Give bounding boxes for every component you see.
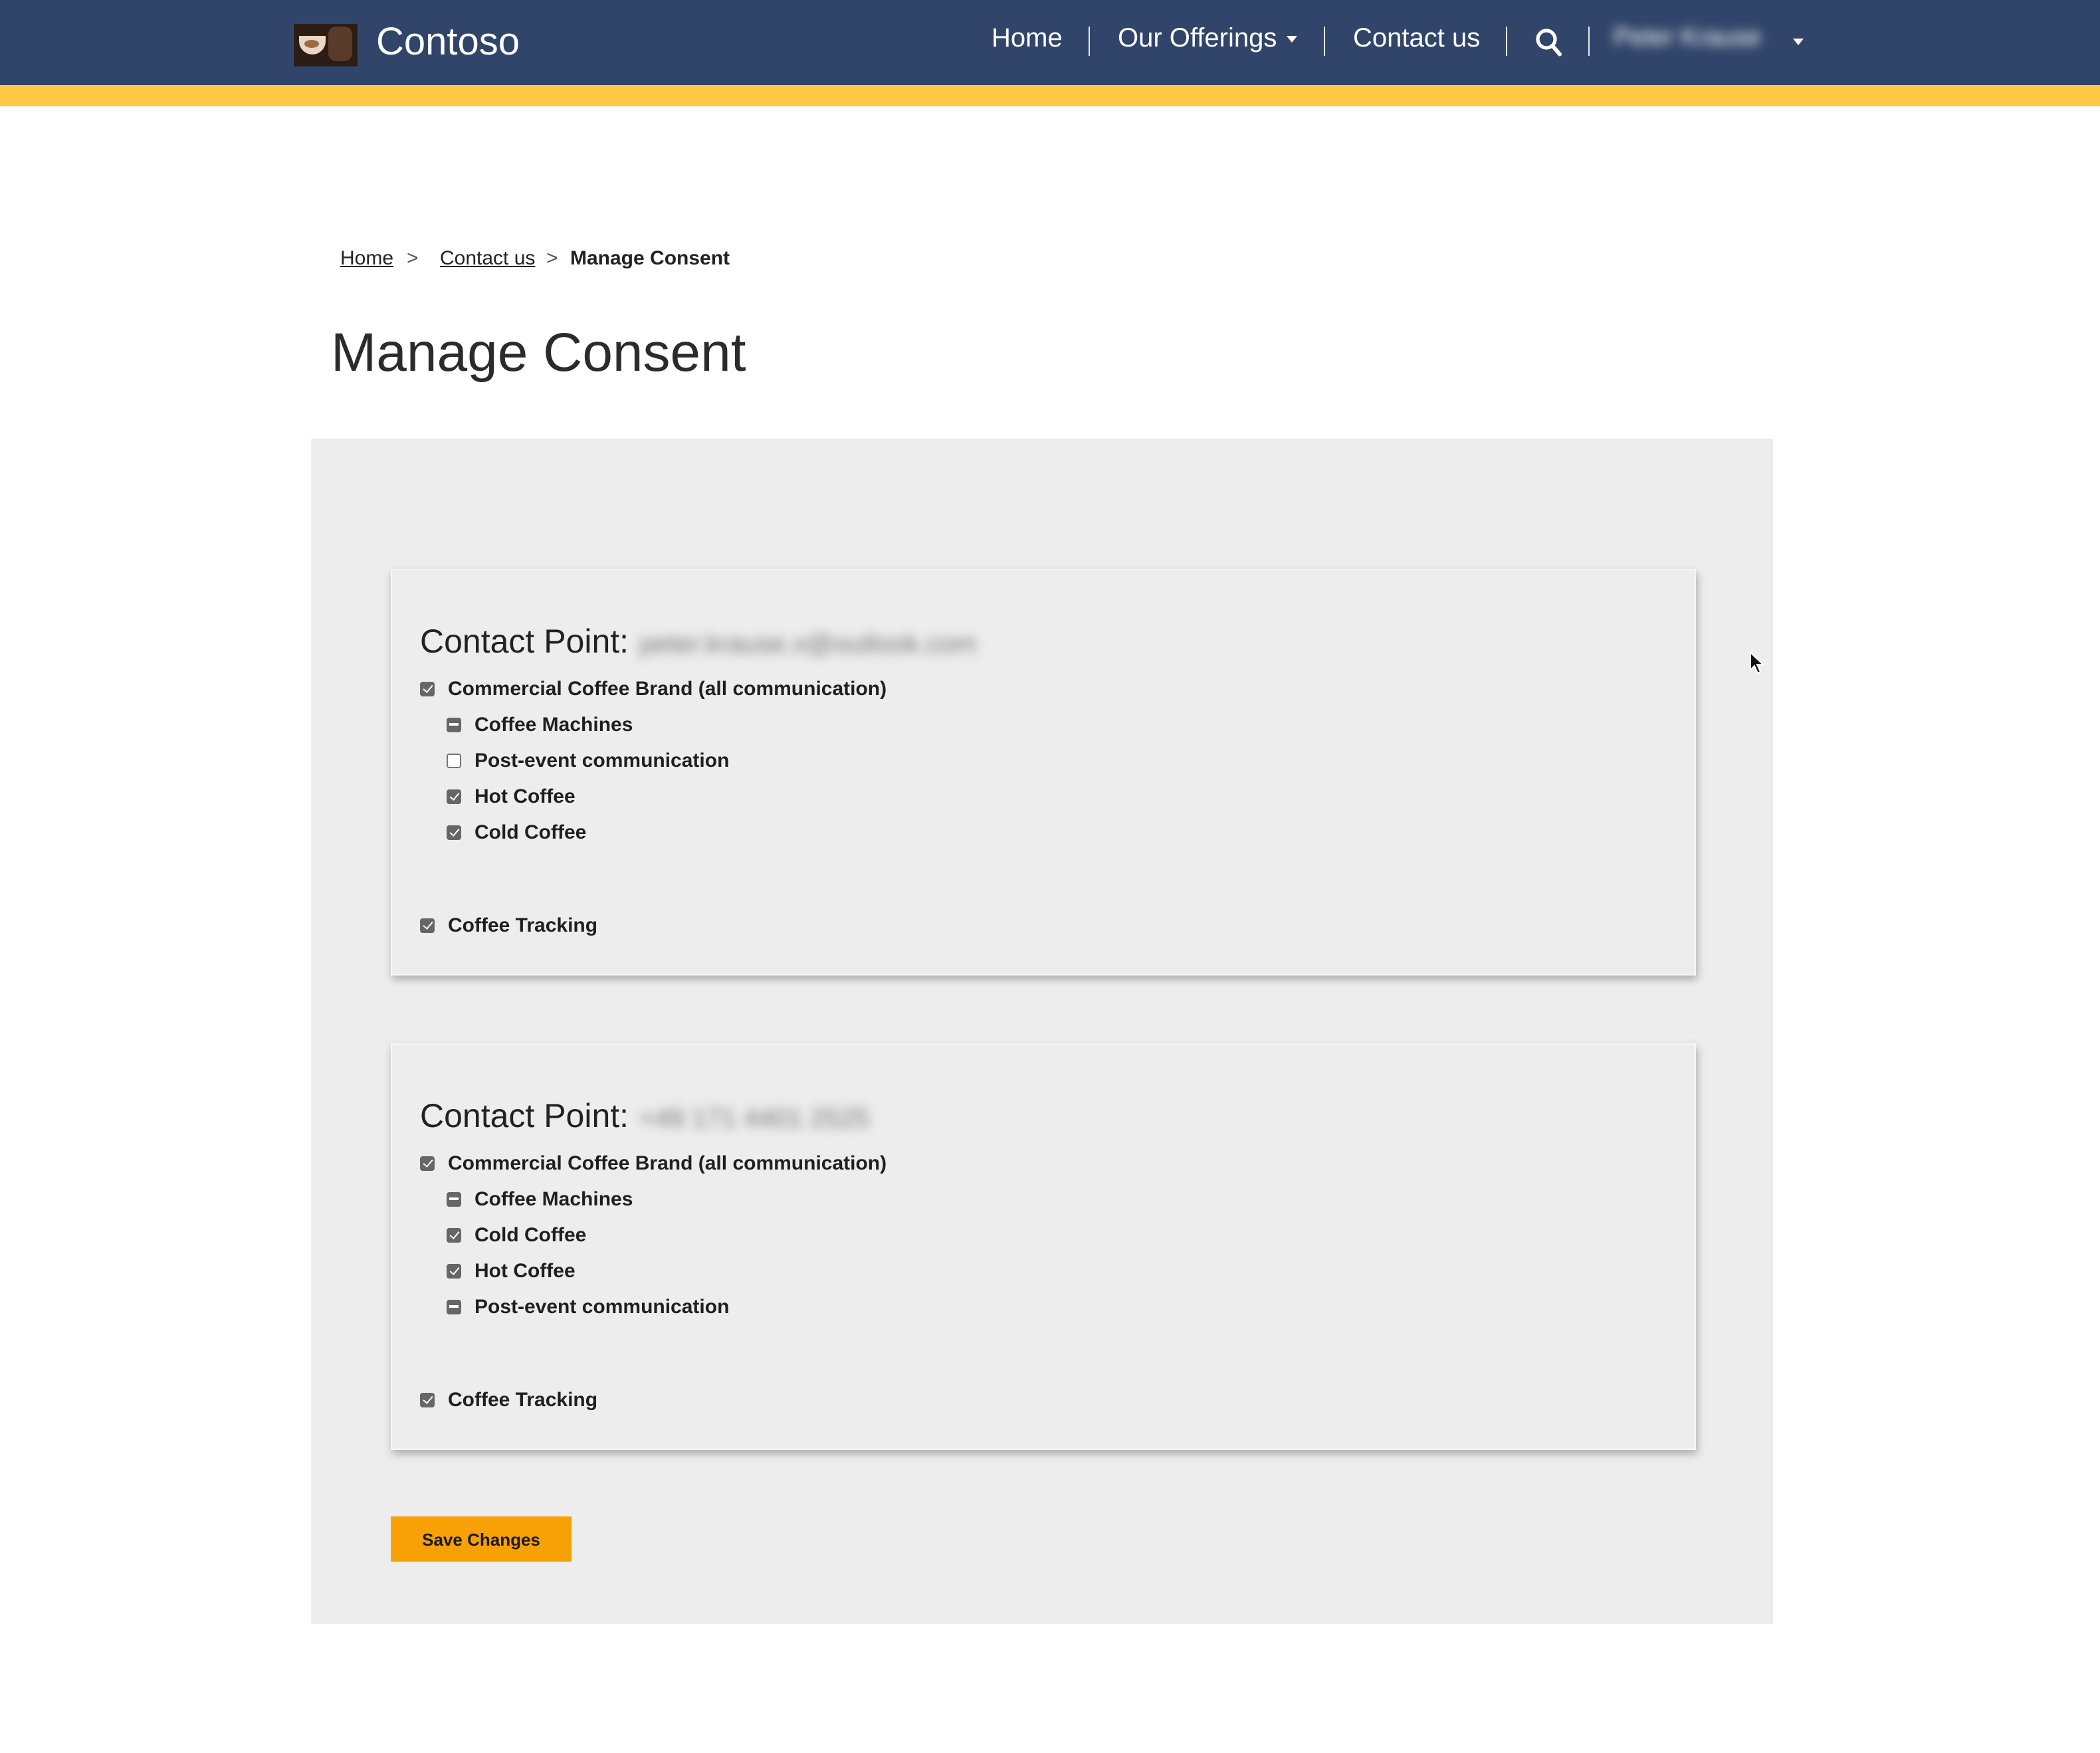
brand-consent-label: Commercial Coffee Brand (all communicati… xyxy=(448,677,887,700)
breadcrumb-home[interactable]: Home xyxy=(340,247,393,270)
breadcrumb-separator: > xyxy=(407,247,419,270)
breadcrumb-separator: > xyxy=(546,247,558,270)
topic-checkbox[interactable] xyxy=(447,789,461,803)
topic-option-post-event[interactable]: Post-event communication xyxy=(447,1293,729,1320)
mouse-cursor-icon xyxy=(1750,651,1765,674)
contact-point-label: Contact Point: xyxy=(420,623,629,661)
page-title: Manage Consent xyxy=(331,322,746,383)
topic-checkbox[interactable] xyxy=(447,753,461,768)
topic-label: Post-event communication xyxy=(474,1295,730,1318)
nav-divider xyxy=(1089,27,1090,56)
topic-option-hot-coffee[interactable]: Hot Coffee xyxy=(447,783,576,809)
nav-our-offerings[interactable]: Our Offerings xyxy=(1118,24,1297,54)
topic-label: Hot Coffee xyxy=(474,1259,576,1282)
search-icon[interactable] xyxy=(1535,28,1562,57)
tracking-consent-option[interactable]: Coffee Tracking xyxy=(420,1386,597,1413)
brand-consent-option[interactable]: Commercial Coffee Brand (all communicati… xyxy=(420,675,887,702)
tracking-consent-label: Coffee Tracking xyxy=(448,1388,598,1411)
topic-checkbox[interactable] xyxy=(447,1263,461,1278)
latte-art-icon xyxy=(304,40,319,48)
nav-our-offerings-label: Our Offerings xyxy=(1118,24,1277,53)
nav-divider xyxy=(1588,27,1590,56)
page: Contoso Home Our Offerings Contact us Pe… xyxy=(0,0,2100,1753)
header-accent-bar xyxy=(0,85,2100,106)
topic-option-hot-coffee[interactable]: Hot Coffee xyxy=(447,1257,576,1284)
tracking-consent-label: Coffee Tracking xyxy=(448,914,598,936)
brand-consent-checkbox[interactable] xyxy=(420,681,435,696)
tracking-consent-checkbox[interactable] xyxy=(420,918,435,932)
topic-checkbox[interactable] xyxy=(447,1227,461,1242)
brand-consent-label: Commercial Coffee Brand (all communicati… xyxy=(448,1152,887,1174)
contact-point-card: Contact Point: peter.krause.x@outlook.com… xyxy=(391,569,1696,976)
topic-label: Post-event communication xyxy=(474,749,730,772)
contoso-logo[interactable] xyxy=(294,24,358,66)
topic-checkbox[interactable] xyxy=(447,1191,461,1206)
topic-label: Coffee Machines xyxy=(474,1187,633,1210)
topic-option-cold-coffee[interactable]: Cold Coffee xyxy=(447,819,586,845)
breadcrumb-current: Manage Consent xyxy=(570,247,730,270)
contact-point-value: +49 171 4401 2525 xyxy=(639,1104,869,1134)
brand-name[interactable]: Contoso xyxy=(376,21,520,65)
contact-point-value: peter.krause.x@outlook.com xyxy=(639,630,977,659)
contact-point-label: Contact Point: xyxy=(420,1098,629,1135)
topic-option-coffee-machines[interactable]: Coffee Machines xyxy=(447,711,633,738)
hand-graphic xyxy=(328,27,352,61)
contact-point-heading: Contact Point: +49 171 4401 2525 xyxy=(420,1098,869,1136)
chevron-down-icon[interactable] xyxy=(1793,39,1804,45)
brand-consent-option[interactable]: Commercial Coffee Brand (all communicati… xyxy=(420,1150,887,1176)
topic-checkbox[interactable] xyxy=(447,1299,461,1314)
topic-checkbox[interactable] xyxy=(447,825,461,839)
topic-label: Coffee Machines xyxy=(474,713,633,736)
nav-contact-us[interactable]: Contact us xyxy=(1353,24,1480,54)
brand-consent-checkbox[interactable] xyxy=(420,1156,435,1170)
topic-option-cold-coffee[interactable]: Cold Coffee xyxy=(447,1221,586,1248)
nav-divider xyxy=(1324,27,1325,56)
topic-option-post-event[interactable]: Post-event communication xyxy=(447,747,729,773)
topic-label: Cold Coffee xyxy=(474,821,587,843)
contact-point-card: Contact Point: +49 171 4401 2525 Commerci… xyxy=(391,1043,1696,1450)
topic-label: Cold Coffee xyxy=(474,1223,587,1246)
chevron-down-icon xyxy=(1286,36,1297,43)
tracking-consent-option[interactable]: Coffee Tracking xyxy=(420,912,597,938)
save-changes-button[interactable]: Save Changes xyxy=(391,1516,572,1562)
nav-home[interactable]: Home xyxy=(992,24,1063,54)
nav-divider xyxy=(1506,27,1507,56)
user-menu-name[interactable]: Peter Krause xyxy=(1614,24,1776,61)
contact-point-heading: Contact Point: peter.krause.x@outlook.com xyxy=(420,623,977,662)
breadcrumb-contact-us[interactable]: Contact us xyxy=(440,247,535,270)
topic-option-coffee-machines[interactable]: Coffee Machines xyxy=(447,1186,633,1212)
topic-checkbox[interactable] xyxy=(447,717,461,732)
topic-label: Hot Coffee xyxy=(474,785,576,807)
tracking-consent-checkbox[interactable] xyxy=(420,1392,435,1407)
